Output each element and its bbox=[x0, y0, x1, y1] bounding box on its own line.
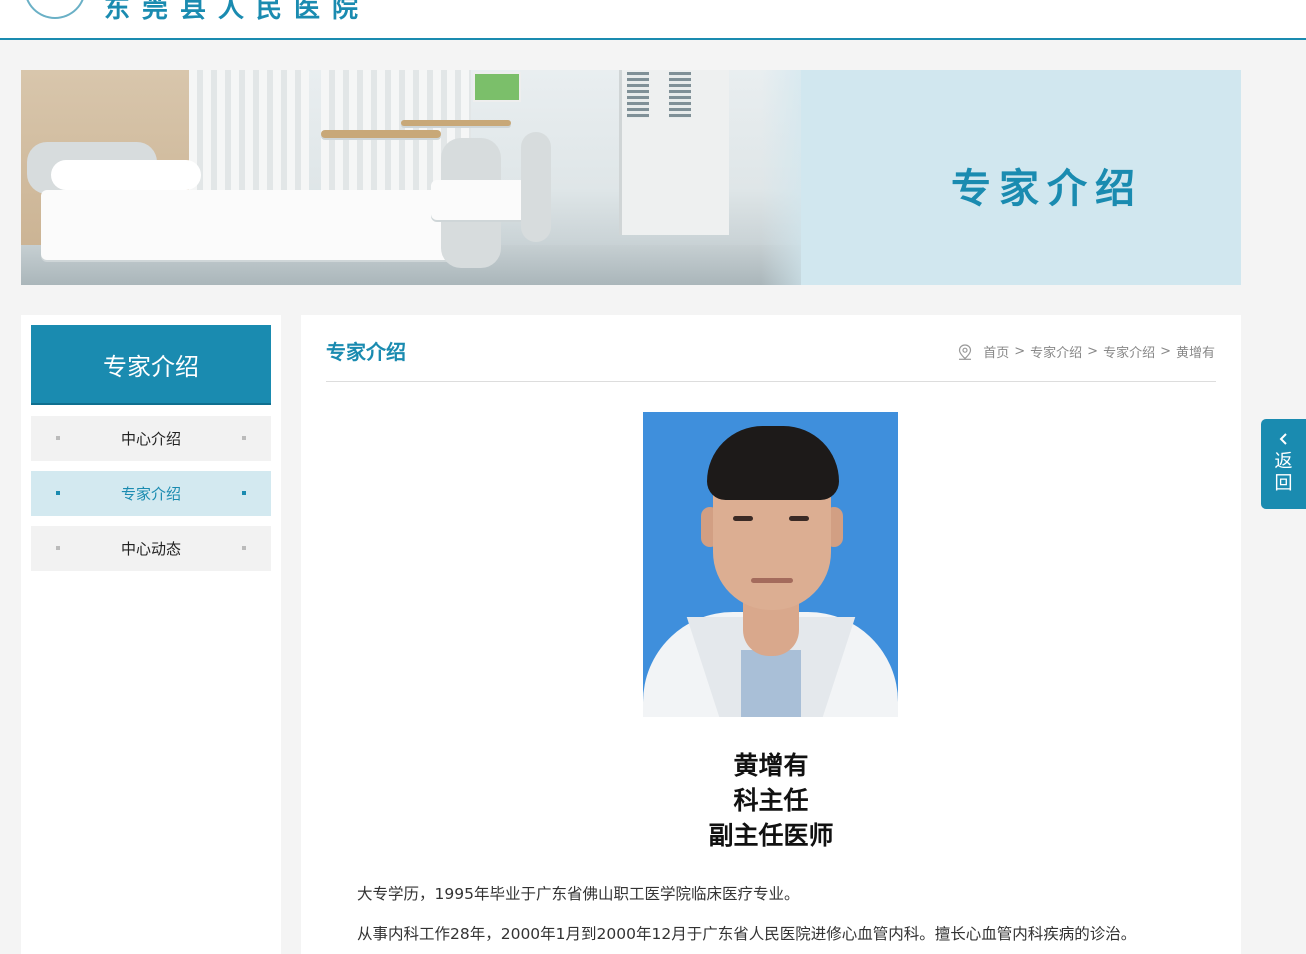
breadcrumb-separator: > bbox=[1014, 344, 1026, 359]
hospital-logo[interactable]: 东莞县人民医院 bbox=[24, 0, 371, 24]
main-content: 专家介绍 首页 > 专家介绍 > 专家介绍 > 黄增有 bbox=[301, 315, 1241, 954]
bio-paragraph: 从事内科工作28年，2000年1月到2000年12月于广东省人民医院进修心血管内… bbox=[357, 925, 1137, 943]
back-button[interactable]: 返回 bbox=[1261, 419, 1306, 509]
bullet-icon bbox=[242, 546, 246, 550]
location-pin-icon bbox=[959, 343, 972, 360]
site-name: 东莞县人民医院 bbox=[104, 0, 371, 24]
sidebar-item-news[interactable]: 中心动态 bbox=[31, 526, 271, 571]
sidebar-item-label: 中心动态 bbox=[120, 540, 181, 558]
sidebar: 专家介绍 中心介绍 专家介绍 中心动态 bbox=[21, 315, 281, 954]
breadcrumb-separator: > bbox=[1160, 344, 1171, 359]
breadcrumb-item[interactable]: 专家介绍 bbox=[1103, 342, 1155, 361]
bio-paragraph: 大专学历，1995年毕业于广东省佛山职工医学院临床医疗专业。 bbox=[357, 885, 800, 903]
page-title: 专家介绍 bbox=[326, 340, 406, 364]
sidebar-item-label: 专家介绍 bbox=[120, 485, 181, 503]
breadcrumb-separator: > bbox=[1087, 344, 1099, 359]
doctor-photo bbox=[643, 412, 898, 717]
breadcrumb: 首页 > 专家介绍 > 专家介绍 > 黄增有 bbox=[958, 342, 1215, 361]
breadcrumb-home[interactable]: 首页 bbox=[983, 342, 1009, 361]
sidebar-item-label: 中心介绍 bbox=[120, 430, 181, 448]
page-banner: 专家介绍 bbox=[21, 70, 1241, 285]
sidebar-title: 专家介绍 bbox=[31, 325, 271, 405]
back-button-label: 返回 bbox=[1274, 451, 1293, 494]
bullet-icon bbox=[56, 436, 60, 440]
doctor-rank: 副主任医师 bbox=[708, 821, 834, 850]
doctor-name: 黄增有 bbox=[733, 751, 809, 780]
bullet-icon bbox=[56, 546, 60, 550]
banner-photo bbox=[21, 70, 801, 285]
banner-title: 专家介绍 bbox=[951, 166, 1143, 212]
logo-emblem-icon bbox=[24, 0, 86, 19]
bullet-icon bbox=[56, 491, 60, 495]
sidebar-item-experts[interactable]: 专家介绍 bbox=[31, 471, 271, 516]
doctor-position: 科主任 bbox=[733, 786, 809, 815]
bullet-icon bbox=[242, 491, 246, 495]
breadcrumb-current: 黄增有 bbox=[1175, 346, 1215, 361]
breadcrumb-item[interactable]: 专家介绍 bbox=[1030, 342, 1082, 361]
chevron-left-icon bbox=[1279, 433, 1287, 445]
sidebar-item-center-intro[interactable]: 中心介绍 bbox=[31, 416, 271, 461]
bullet-icon bbox=[242, 436, 246, 440]
top-header: 东莞县人民医院 bbox=[0, 0, 1306, 40]
title-divider bbox=[326, 381, 1216, 382]
